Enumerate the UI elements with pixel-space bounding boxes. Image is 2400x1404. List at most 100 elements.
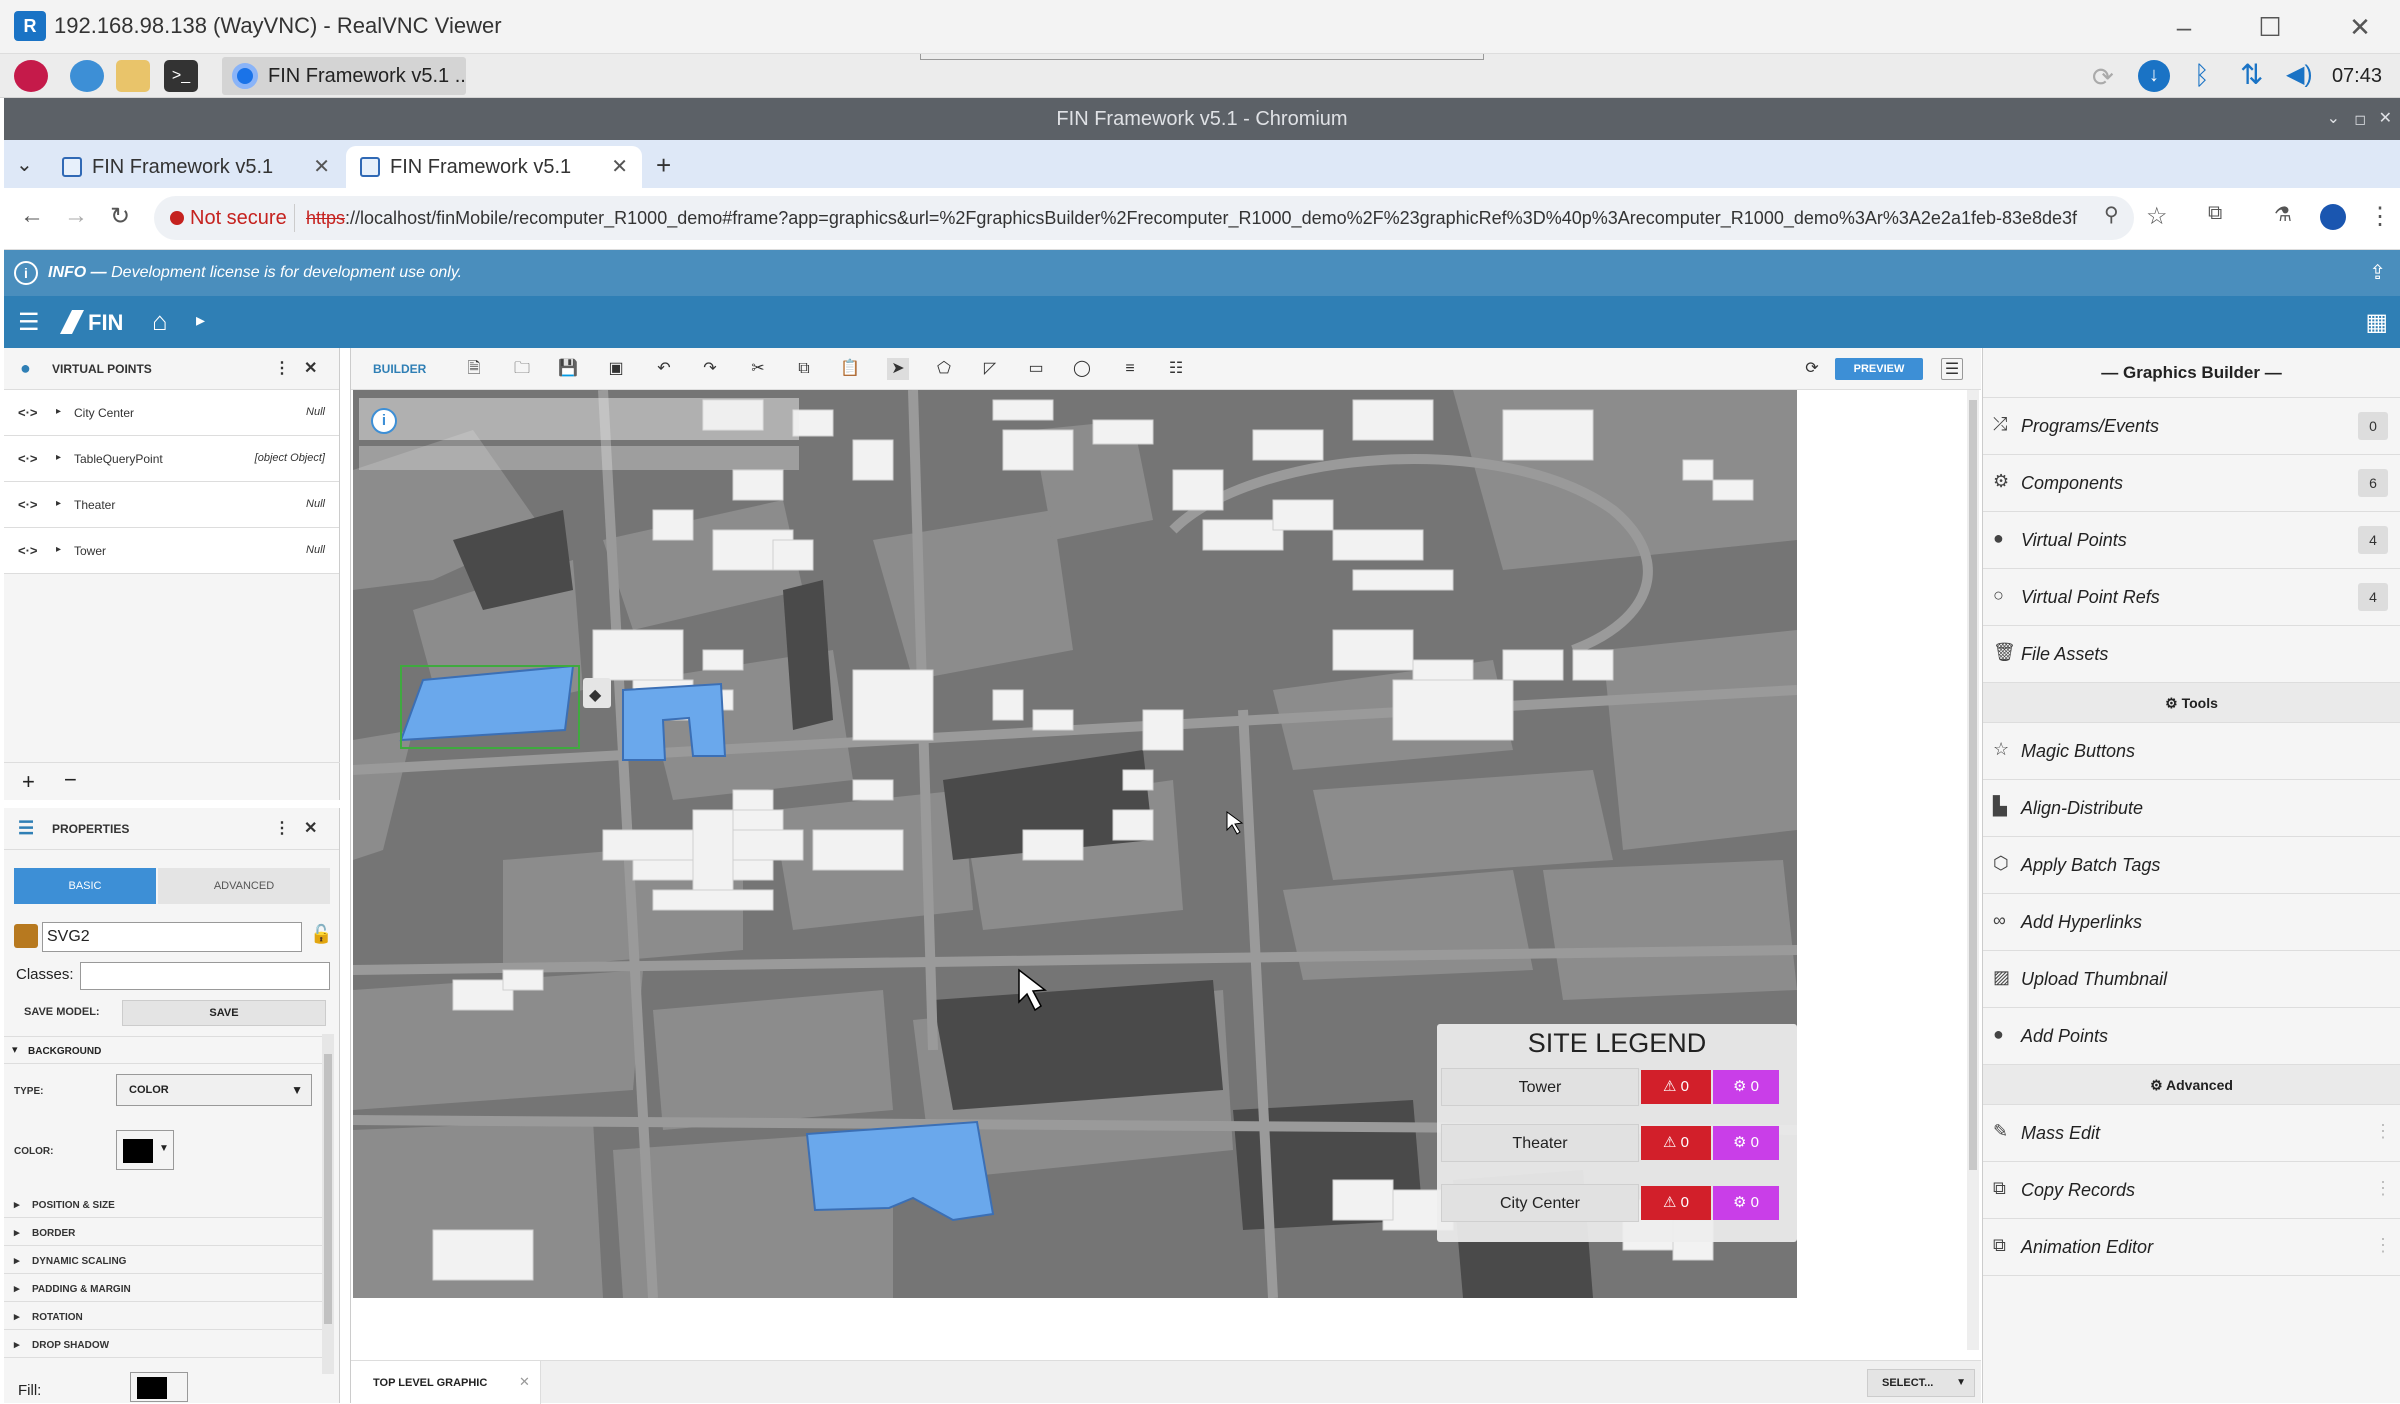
home-icon[interactable]: ⌂ xyxy=(152,306,168,337)
top-level-graphic-tab[interactable]: TOP LEVEL GRAPHIC ✕ xyxy=(351,1361,541,1404)
gb-item-programs-events[interactable]: ⤮ Programs/Events 0 xyxy=(1983,398,2400,455)
expand-icon[interactable]: ▸ xyxy=(56,406,61,417)
tool-align-distribute[interactable]: ▙ Align-Distribute xyxy=(1983,780,2400,837)
background-section-header[interactable]: ▾ BACKGROUND xyxy=(4,1036,324,1064)
cut-icon[interactable]: ✂ xyxy=(747,358,769,380)
element-name-input[interactable]: SVG2 xyxy=(42,922,302,952)
panel-close-icon[interactable]: ✕ xyxy=(304,358,317,378)
tab-basic[interactable]: BASIC xyxy=(14,868,156,904)
advanced-copy-records[interactable]: ⧉ Copy Records ⋮ xyxy=(1983,1162,2400,1219)
copy-icon[interactable]: ⧉ xyxy=(793,358,815,380)
tool-add-points[interactable]: ● Add Points xyxy=(1983,1008,2400,1065)
breadcrumb-arrow-icon[interactable]: ▸ xyxy=(196,310,205,331)
minimize-icon[interactable]: – xyxy=(2154,8,2214,46)
alarm-badge[interactable]: ⚠ 0 xyxy=(1641,1126,1711,1160)
address-bar[interactable]: Not secure https://localhost/finMobile/r… xyxy=(154,196,2134,240)
fin-logo[interactable]: FIN xyxy=(58,308,132,336)
gb-item-virtual-points[interactable]: ● Virtual Points 4 xyxy=(1983,512,2400,569)
sync-icon[interactable]: ⟳ xyxy=(2092,62,2114,93)
add-point-icon[interactable]: + xyxy=(22,769,35,795)
panel-menu-icon[interactable]: ⋮ xyxy=(274,818,290,838)
section-drop-shadow[interactable]: DROP SHADOW xyxy=(4,1330,324,1358)
close-window-icon[interactable]: ✕ xyxy=(2330,8,2390,46)
settings-sliders-icon[interactable]: ☷ xyxy=(1165,358,1187,380)
tab-close-icon[interactable]: ✕ xyxy=(313,154,330,179)
not-secure-chip[interactable]: Not secure xyxy=(170,207,287,230)
legend-row-theater[interactable]: Theater ⚠ 0 ⚙ 0 xyxy=(1441,1124,1781,1162)
scrollbar-thumb[interactable] xyxy=(324,1054,332,1324)
alarm-badge[interactable]: ⚠ 0 xyxy=(1641,1070,1711,1104)
polyline-tool-icon[interactable]: ◸ xyxy=(979,358,1001,380)
event-badge[interactable]: ⚙ 0 xyxy=(1713,1186,1779,1220)
remove-point-icon[interactable]: − xyxy=(64,767,77,793)
builder-tab[interactable]: BUILDER xyxy=(373,362,426,376)
taskbar-chromium-task[interactable]: FIN Framework v5.1 .. xyxy=(222,57,466,95)
tab-close-icon[interactable]: ✕ xyxy=(611,154,628,179)
chromium-maximize-icon[interactable]: ◻ xyxy=(2354,98,2366,140)
redo-icon[interactable]: ↷ xyxy=(699,358,721,380)
tool-apply-batch-tags[interactable]: ⬡ Apply Batch Tags xyxy=(1983,837,2400,894)
maximize-icon[interactable]: ☐ xyxy=(2240,8,2300,46)
panel-menu-icon[interactable]: ⋮ xyxy=(274,358,290,378)
virtual-point-row[interactable]: <·> ▸ Theater Null xyxy=(4,482,339,528)
legend-row-tower[interactable]: Tower ⚠ 0 ⚙ 0 xyxy=(1441,1068,1781,1106)
tool-add-hyperlinks[interactable]: ∞ Add Hyperlinks xyxy=(1983,894,2400,951)
section-padding-margin[interactable]: PADDING & MARGIN xyxy=(4,1274,324,1302)
save-icon[interactable]: 💾 xyxy=(557,358,579,380)
virtual-point-row[interactable]: <·> ▸ TableQueryPoint [object Object] xyxy=(4,436,339,482)
tab-advanced[interactable]: ADVANCED xyxy=(158,868,330,904)
back-icon[interactable]: ← xyxy=(20,202,44,230)
new-file-icon[interactable]: 🗎 xyxy=(463,358,485,380)
section-dynamic-scaling[interactable]: DYNAMIC SCALING xyxy=(4,1246,324,1274)
gb-item-file-assets[interactable]: 🗑 File Assets xyxy=(1983,626,2400,683)
network-icon[interactable]: ⇅ xyxy=(2240,58,2263,91)
undo-icon[interactable]: ↶ xyxy=(653,358,675,380)
tab-search-icon[interactable]: ⌄ xyxy=(16,152,33,177)
rectangle-tool-icon[interactable]: ▭ xyxy=(1025,358,1047,380)
polygon-tool-icon[interactable]: ⬠ xyxy=(933,358,955,380)
image-library-icon[interactable]: ▣ xyxy=(605,358,627,380)
panel-close-icon[interactable]: ✕ xyxy=(304,818,317,838)
raspberry-menu-icon[interactable] xyxy=(14,60,48,92)
chromium-minimize-icon[interactable]: ⌄ xyxy=(2327,98,2340,140)
canvas-scrollbar[interactable] xyxy=(1967,390,1979,1350)
profile-avatar[interactable] xyxy=(2320,204,2346,230)
bookmark-star-icon[interactable]: ☆ xyxy=(2146,202,2168,231)
open-folder-icon[interactable]: 🗀 xyxy=(511,358,533,380)
tab-close-icon[interactable]: ✕ xyxy=(519,1374,530,1390)
volume-icon[interactable]: ◀) xyxy=(2286,60,2312,89)
color-picker[interactable]: ▼ xyxy=(116,1130,174,1170)
drag-handle-icon[interactable]: ⋮ xyxy=(2374,1235,2392,1256)
terminal-icon[interactable]: >_ xyxy=(164,60,198,92)
web-browser-icon[interactable] xyxy=(70,60,104,92)
section-position-size[interactable]: POSITION & SIZE xyxy=(4,1190,324,1218)
builder-menu-icon[interactable]: ☰ xyxy=(1941,358,1963,380)
labs-icon[interactable]: ⚗ xyxy=(2274,202,2292,227)
drag-handle-icon[interactable]: ⋮ xyxy=(2374,1121,2392,1142)
browser-menu-icon[interactable]: ⋮ xyxy=(2368,202,2392,231)
forward-icon[interactable]: → xyxy=(64,202,88,230)
download-icon[interactable]: ↓ xyxy=(2138,60,2170,92)
new-tab-icon[interactable]: + xyxy=(656,150,671,181)
tool-upload-thumbnail[interactable]: ▨ Upload Thumbnail xyxy=(1983,951,2400,1008)
ellipse-tool-icon[interactable]: ◯ xyxy=(1071,358,1093,380)
type-select[interactable]: COLOR ▼ xyxy=(116,1074,312,1106)
legend-row-name[interactable]: Theater xyxy=(1441,1124,1639,1162)
layers-icon[interactable]: ≡ xyxy=(1119,358,1141,380)
section-border[interactable]: BORDER xyxy=(4,1218,324,1246)
advanced-animation-editor[interactable]: ⧉ Animation Editor ⋮ xyxy=(1983,1219,2400,1276)
legend-row-city-center[interactable]: City Center ⚠ 0 ⚙ 0 xyxy=(1441,1184,1781,1222)
preview-button[interactable]: PREVIEW xyxy=(1835,358,1923,380)
tab-fin-2-active[interactable]: FIN Framework v5.1 ✕ xyxy=(346,146,642,188)
save-button[interactable]: SAVE xyxy=(122,1000,326,1026)
properties-scrollbar[interactable] xyxy=(322,1034,334,1374)
virtual-point-row[interactable]: <·> ▸ City Center Null xyxy=(4,390,339,436)
expand-icon[interactable]: ▸ xyxy=(56,498,61,509)
info-circle-icon[interactable]: i xyxy=(371,408,397,434)
expand-icon[interactable]: ▸ xyxy=(56,544,61,555)
share-icon[interactable]: ⇪ xyxy=(2369,260,2386,285)
bluetooth-icon[interactable]: ᛒ xyxy=(2194,60,2210,91)
extensions-icon[interactable]: ⧉ xyxy=(2208,202,2222,225)
refresh-icon[interactable]: ⟳ xyxy=(1801,358,1823,380)
fill-color-picker[interactable] xyxy=(130,1372,188,1402)
